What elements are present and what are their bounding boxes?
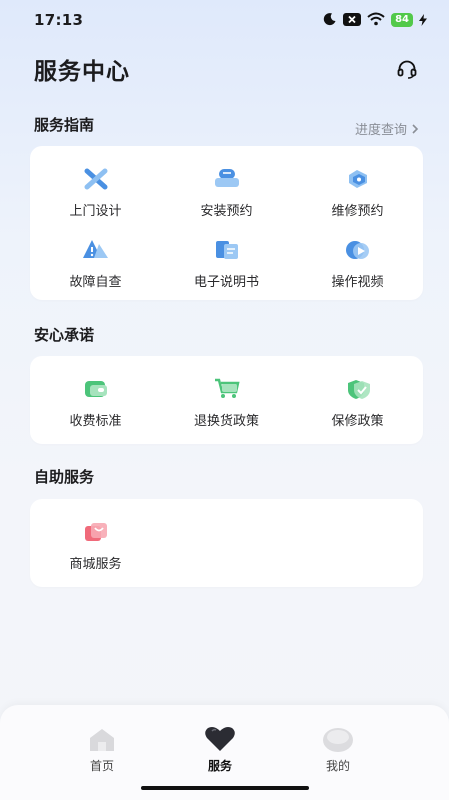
promise-item-label: 收费标准 [69,414,122,429]
status-bar: 17:13 84 [0,0,449,40]
section-title-promise: 安心承诺 [34,326,95,344]
wifi-icon [367,11,385,30]
header: 服务中心 [0,48,449,90]
charging-icon [419,11,427,30]
guide-item-label: 维修预约 [331,204,384,219]
heart-icon [203,725,237,753]
tab-label: 我的 [325,759,350,773]
promise-item-return-policy[interactable]: 退换货政策 [161,376,292,429]
tab-service[interactable]: 服务 [190,725,250,774]
guide-item-operation-video[interactable]: 操作视频 [292,237,423,290]
page-title: 服务中心 [34,59,130,85]
tab-mine[interactable]: 我的 [308,725,368,774]
home-icon [85,725,119,753]
guide-item-e-manual[interactable]: 电子说明书 [161,237,292,290]
promise-card: 收费标准 退换货政策 保修政策 [30,356,423,444]
manual-icon [212,237,242,263]
self-service-item-mall[interactable]: 商城服务 [30,519,161,572]
repair-icon [343,166,373,192]
guide-item-label: 上门设计 [69,204,122,219]
guide-item-repair-booking[interactable]: 维修预约 [292,166,423,219]
moon-icon [323,11,337,30]
tab-home[interactable]: 首页 [72,725,132,774]
customer-service-button[interactable] [395,57,419,81]
wallet-icon [81,376,111,402]
self-service-item-label: 商城服务 [69,557,122,572]
progress-query-link[interactable]: 进度查询 [355,119,419,138]
guide-item-install-booking[interactable]: 安装预约 [161,166,292,219]
section-title-guide: 服务指南 [34,116,95,134]
home-indicator [141,786,309,790]
tab-label: 服务 [207,759,232,773]
status-time: 17:13 [34,11,84,29]
chevron-right-icon [412,123,419,134]
guide-item-label: 安装预约 [200,204,253,219]
install-icon [212,166,242,192]
shopping-bag-icon [81,519,111,545]
guide-card: 上门设计 安装预约 维修预约 故障自查 电子说明书 操作视频 [30,146,423,300]
profile-icon [321,725,355,753]
guide-item-fault-check[interactable]: 故障自查 [30,237,161,290]
tab-label: 首页 [89,759,114,773]
section-title-self-service: 自助服务 [34,468,95,486]
promise-item-fee-standard[interactable]: 收费标准 [30,376,161,429]
cart-icon [212,376,242,402]
guide-item-label: 操作视频 [331,275,384,290]
self-service-card: 商城服务 [30,499,423,587]
x-tools-icon [81,166,111,192]
guide-item-label: 电子说明书 [193,275,259,290]
warning-icon [81,237,111,263]
promise-item-label: 保修政策 [331,414,384,429]
promise-item-warranty-policy[interactable]: 保修政策 [292,376,423,429]
video-icon [343,237,373,263]
battery-indicator: 84 [391,13,413,27]
headset-icon [397,60,417,79]
status-icons: 84 [323,11,427,30]
progress-query-label: 进度查询 [354,123,407,138]
guide-item-label: 故障自查 [69,275,122,290]
shield-check-icon [343,376,373,402]
guide-item-onsite-design[interactable]: 上门设计 [30,166,161,219]
no-sim-icon [343,11,362,30]
promise-item-label: 退换货政策 [193,414,259,429]
